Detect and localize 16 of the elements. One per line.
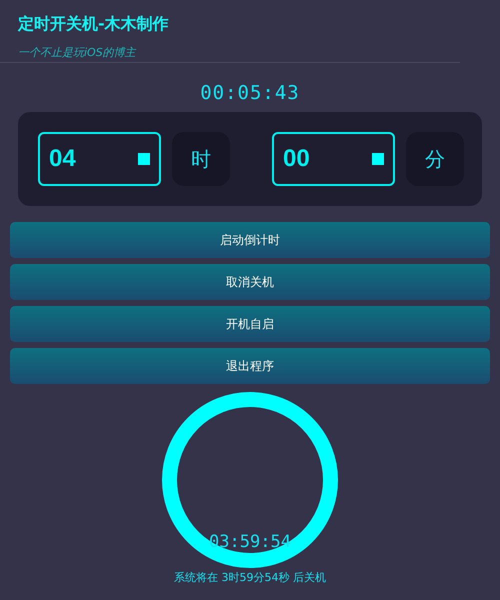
- spin-icon[interactable]: [372, 153, 384, 165]
- unit-label: 分: [406, 132, 464, 186]
- countdown-time: 03:59:54: [208, 532, 292, 552]
- window-title: 定时开关机-木木制作: [18, 14, 170, 34]
- action-button[interactable]: 取消关机: [10, 264, 490, 300]
- current-time: 00:05:43: [200, 83, 300, 103]
- action-button[interactable]: 开机自启: [10, 306, 490, 342]
- status-text: 系统将在 3时59分54秒 后关机: [173, 570, 327, 585]
- action-button[interactable]: 退出程序: [10, 348, 490, 384]
- spin-icon[interactable]: [138, 153, 150, 165]
- unit-label: 时: [172, 132, 230, 186]
- subtitle: 一个不止是玩iOS的博主: [18, 46, 138, 60]
- time-input-field[interactable]: 00: [272, 132, 395, 186]
- ring-icon: [162, 392, 338, 568]
- time-input-field[interactable]: 04: [38, 132, 161, 186]
- action-button[interactable]: 启动倒计时: [10, 222, 490, 258]
